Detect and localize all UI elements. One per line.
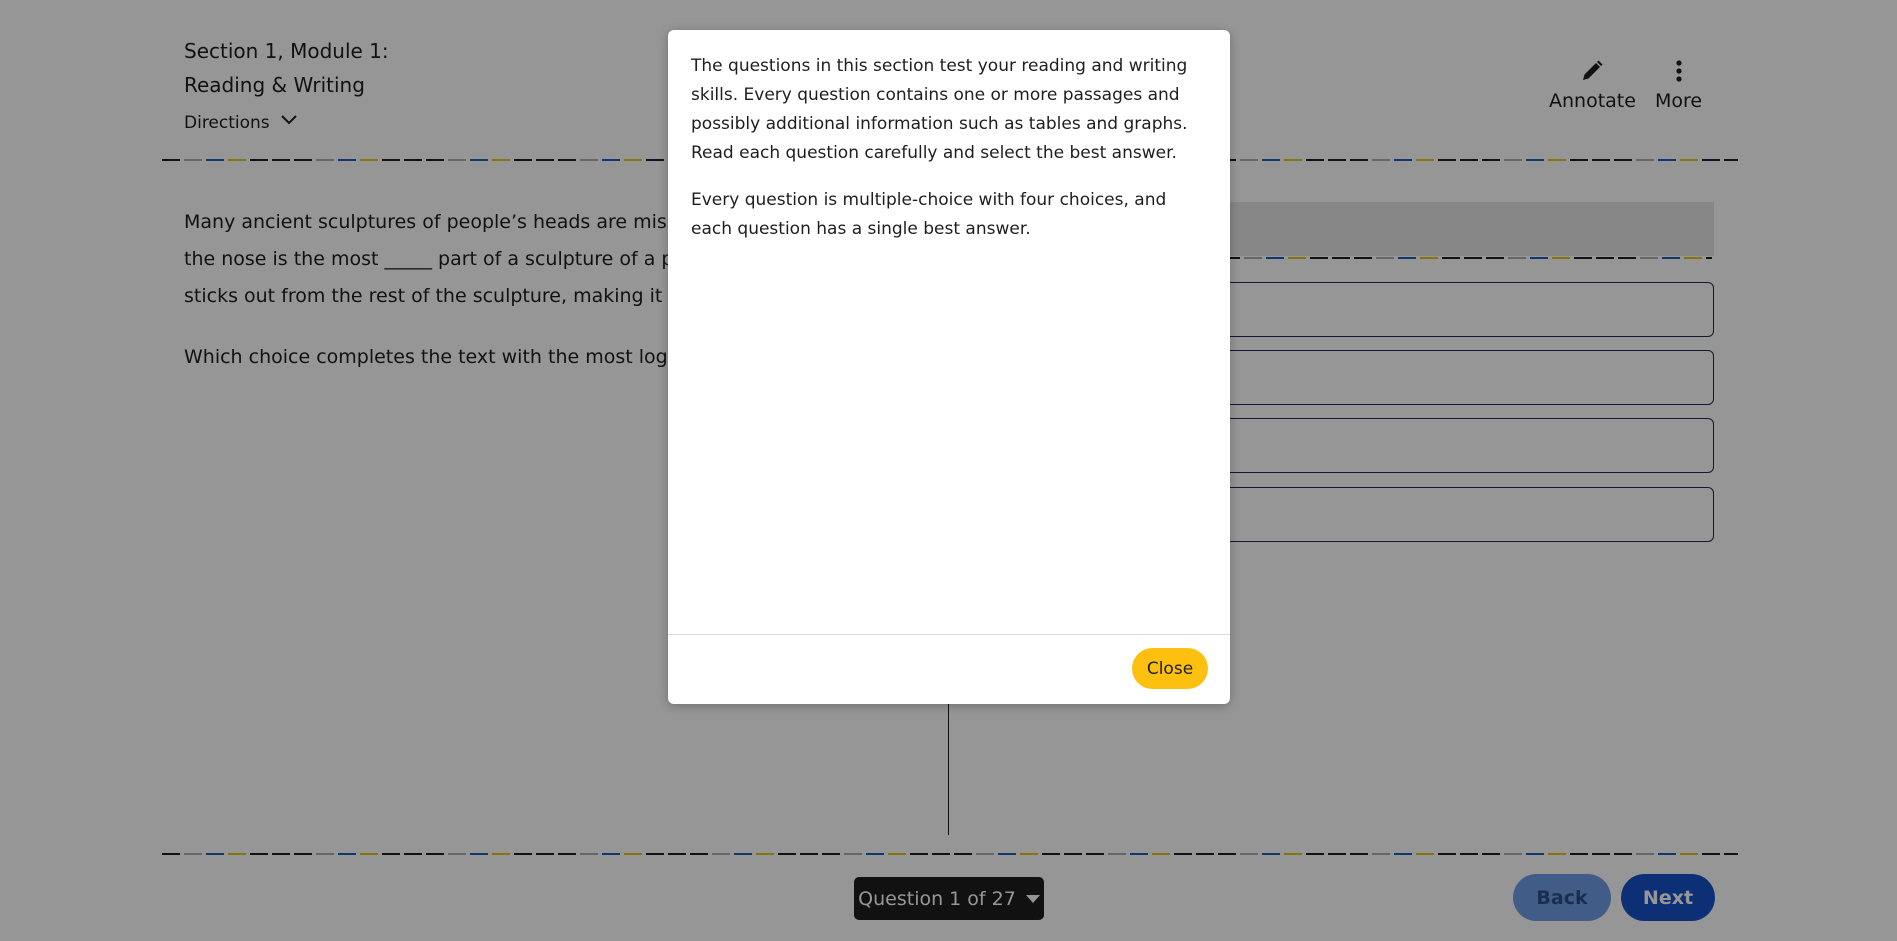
directions-paragraph-1: The questions in this section test your …	[691, 56, 1188, 163]
directions-modal: The questions in this section test your …	[668, 30, 1230, 704]
modal-footer-divider	[668, 634, 1230, 635]
close-button[interactable]: Close	[1132, 648, 1208, 689]
directions-paragraph-2: Every question is multiple-choice with f…	[691, 190, 1167, 239]
modal-body: The questions in this section test your …	[691, 52, 1211, 244]
test-app: Section 1, Module 1: Reading & Writing D…	[0, 0, 1897, 941]
